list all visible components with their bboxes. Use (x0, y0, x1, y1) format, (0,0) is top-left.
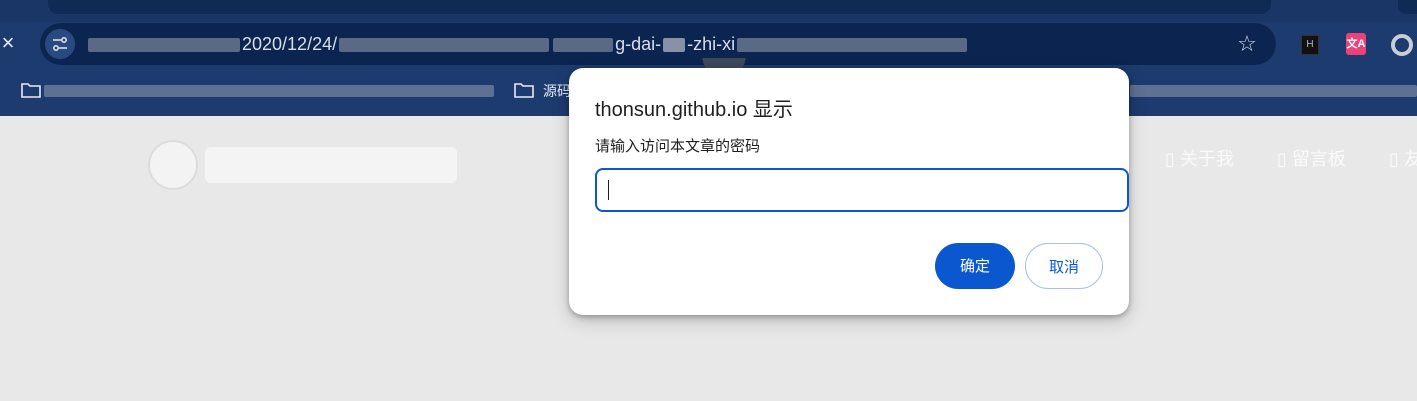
dialog-title: thonsun.github.io 显示 (595, 99, 793, 121)
site-logo[interactable] (148, 140, 198, 190)
active-tab[interactable] (48, 0, 1271, 14)
nav-item-about[interactable]: ▯ 关于我 (1165, 148, 1234, 170)
close-icon[interactable]: × (0, 31, 16, 55)
nav-item-label: 留言板 (1291, 149, 1346, 169)
url-redacted (737, 38, 968, 53)
ok-button[interactable]: 确定 (935, 243, 1015, 289)
site-title-redacted[interactable] (205, 147, 457, 183)
text-caret (608, 180, 609, 200)
password-input[interactable] (595, 168, 1129, 212)
url-redacted (553, 38, 614, 53)
folder-icon[interactable] (21, 82, 41, 98)
bookmark-folder-label[interactable]: 源码 (543, 82, 571, 100)
url-visible-part-2: g-dai- (615, 34, 662, 54)
cancel-button[interactable]: 取消 (1025, 243, 1103, 289)
bookmark-star-icon[interactable]: ☆ (1236, 33, 1258, 55)
tab-strip (0, 0, 1417, 22)
url-visible-part: 2020/12/24/ (242, 34, 338, 54)
url-redacted (339, 38, 550, 53)
dialog-message: 请输入访问本文章的密码 (595, 138, 761, 155)
url-visible-part-3: -zhi-xi (687, 34, 736, 54)
nav-item-links[interactable]: ▯ 友 (1389, 148, 1417, 170)
extension-translate-icon[interactable]: 文A (1346, 33, 1366, 55)
url-redacted (663, 38, 686, 53)
bookmark-redacted[interactable] (44, 85, 494, 97)
extension-circle-icon[interactable] (1391, 34, 1413, 56)
bookmark-redacted[interactable] (1130, 85, 1417, 97)
nav-item-guestbook[interactable]: ▯ 留言板 (1277, 148, 1346, 170)
prompt-dialog: thonsun.github.io 显示 请输入访问本文章的密码 确定 取消 (569, 68, 1129, 315)
url-text[interactable]: 2020/12/24/g-dai- -zhi-xi (86, 32, 969, 56)
folder-icon[interactable] (514, 82, 534, 98)
site-info-icon[interactable] (45, 29, 75, 59)
nav-item-label: 关于我 (1179, 149, 1234, 169)
extension-h-icon[interactable]: H (1301, 35, 1319, 55)
tab-right[interactable] (1398, 0, 1417, 14)
url-redacted (88, 38, 240, 53)
nav-item-label: 友 (1403, 149, 1417, 169)
